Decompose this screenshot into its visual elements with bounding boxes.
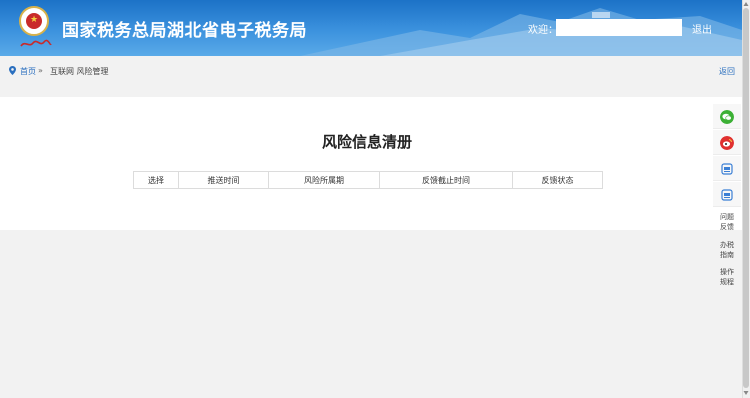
weibo-icon [720, 136, 734, 150]
breadcrumb-separator: » [38, 66, 43, 75]
site-title: 国家税务总局湖北省电子税务局 [62, 21, 307, 41]
operation-rules-link[interactable]: 操作 规程 [713, 267, 741, 287]
risk-info-table: 选择 推送时间 风险所属期 反馈截止时间 反馈状态 [133, 171, 603, 189]
table-header-row: 选择 推送时间 风险所属期 反馈截止时间 反馈状态 [133, 171, 603, 189]
tax-guide-link[interactable]: 办税 指南 [713, 240, 741, 260]
app-button-1[interactable] [713, 156, 741, 181]
column-header-feedback-deadline: 反馈截止时间 [379, 171, 513, 189]
back-link[interactable]: 返回 [719, 66, 735, 77]
welcome-label: 欢迎： [528, 25, 558, 36]
column-header-risk-period: 风险所属期 [268, 171, 380, 189]
scroll-down-arrow-icon[interactable] [743, 390, 749, 396]
wechat-button[interactable] [713, 104, 741, 129]
tax-logo-signature-icon [20, 39, 52, 47]
weibo-button[interactable] [713, 130, 741, 155]
mobile-app-icon [721, 163, 733, 175]
tax-emblem-icon: ★ [19, 6, 49, 36]
breadcrumb-home-link[interactable]: 首页 [20, 66, 36, 77]
scroll-up-arrow-icon[interactable] [743, 1, 749, 7]
mobile-app-icon [721, 189, 733, 201]
logout-link[interactable]: 退出 [692, 21, 712, 36]
column-header-select: 选择 [133, 171, 179, 189]
breadcrumb-current: 互联网 风险管理 [50, 67, 109, 76]
username-field [556, 19, 682, 36]
breadcrumb [0, 56, 742, 86]
column-header-feedback-status: 反馈状态 [512, 171, 603, 189]
page-title: 风险信息清册 [321, 133, 412, 151]
app-button-2[interactable] [713, 182, 741, 207]
content-panel [0, 97, 742, 230]
scrollbar-thumb[interactable] [743, 8, 749, 388]
location-pin-icon [9, 66, 16, 75]
header-banner: ★ 国家税务总局湖北省电子税务局 欢迎： 退出 [0, 0, 742, 56]
column-header-push-time: 推送时间 [178, 171, 269, 189]
wechat-icon [720, 110, 734, 124]
feedback-link[interactable]: 问题 反馈 [713, 212, 741, 232]
